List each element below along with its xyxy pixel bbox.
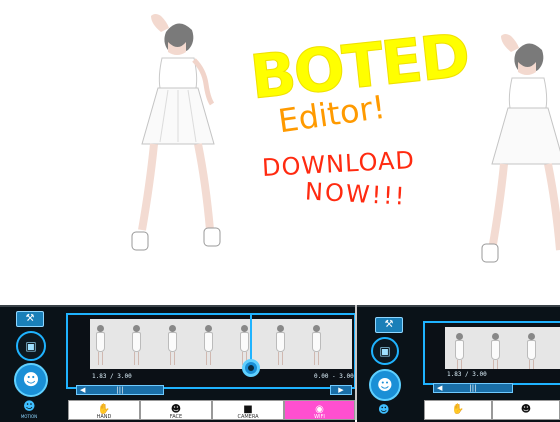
scrub-left-arrow-icon[interactable]: ◀ — [80, 386, 85, 394]
character-model-right — [481, 34, 560, 263]
scrub-left-arrow-icon[interactable]: ◀ — [437, 384, 442, 392]
wrench-icon[interactable]: ⚒ — [16, 311, 44, 327]
tab-camera-label: CAMERA — [237, 414, 259, 420]
frame-thumb — [204, 325, 213, 365]
person-small-icon: ☻ — [378, 403, 390, 416]
frame-thumb — [527, 333, 536, 369]
tab-face-label: FACE — [169, 414, 183, 420]
person-icon[interactable]: ☻ — [14, 363, 48, 397]
scrub-label: ||| — [469, 384, 477, 392]
tab-hand-label: HAND — [96, 414, 112, 420]
time-left: 1.83 / 3.00 — [92, 373, 132, 380]
frame-thumb — [455, 333, 464, 369]
frame-thumb — [168, 325, 177, 365]
time-left: 1.83 / 3.00 — [447, 371, 487, 378]
frame-thumb — [276, 325, 285, 365]
tab-wifi-label: WIFI — [314, 414, 325, 420]
frame-thumb — [96, 325, 105, 365]
frame-thumb — [491, 333, 500, 369]
frame-strip[interactable] — [445, 327, 560, 369]
tab-wifi[interactable]: ◉ WIFI — [284, 400, 355, 420]
tab-hand[interactable]: ✋ — [424, 400, 492, 420]
tab-face[interactable]: ☻ FACE — [140, 400, 212, 420]
frame-icon[interactable]: ▣ — [371, 337, 399, 365]
face-icon: ☻ — [520, 404, 532, 415]
preview-canvas: BOTED Editor! DOWNLOAD NOW!!! — [0, 0, 560, 305]
frame-strip[interactable] — [90, 319, 352, 369]
person-small-icon: ☻ — [23, 399, 36, 413]
tab-hand[interactable]: ✋ HAND — [68, 400, 140, 420]
timeline[interactable]: 1.83 / 3.00 0.00 - 3.00 — [66, 313, 355, 389]
timeline[interactable]: 1.83 / 3.00 — [423, 321, 560, 385]
frame-thumb — [312, 325, 321, 365]
scrub-bar[interactable]: ◀ ||| — [433, 383, 513, 393]
person-small-label: MOTION — [20, 414, 38, 419]
overlay-cta-line2: NOW!!! — [304, 177, 408, 211]
frame-icon[interactable]: ▣ — [16, 331, 46, 361]
frame-thumb — [132, 325, 141, 365]
time-right: 0.00 - 3.00 — [314, 373, 354, 380]
scrub-bar[interactable]: ◀ ||| — [76, 385, 164, 395]
tab-camera[interactable]: ■ CAMERA — [212, 400, 284, 420]
hand-icon: ✋ — [451, 404, 465, 415]
person-icon[interactable]: ☻ — [369, 369, 401, 401]
overlay-cta-line1: DOWNLOAD — [261, 146, 416, 182]
wrench-icon[interactable]: ⚒ — [375, 317, 403, 333]
play-icon: ▶ — [338, 386, 344, 394]
character-model-left — [131, 14, 221, 251]
play-button[interactable]: ▶ — [330, 385, 352, 395]
playhead-knob[interactable] — [242, 359, 260, 377]
tab-face[interactable]: ☻ — [492, 400, 560, 420]
scrub-label: ||| — [116, 386, 124, 394]
